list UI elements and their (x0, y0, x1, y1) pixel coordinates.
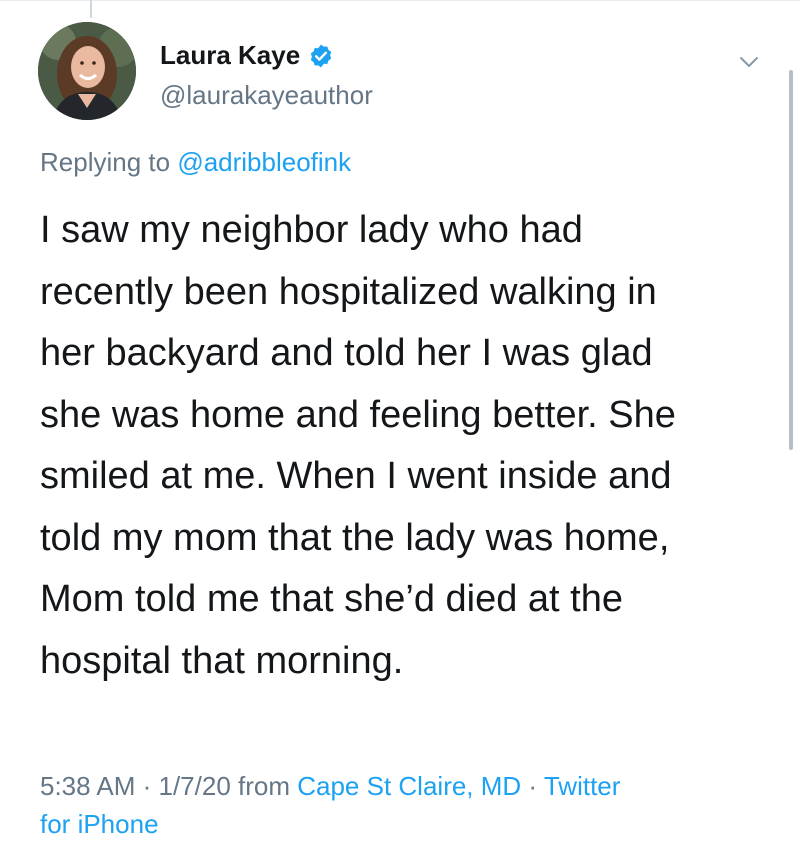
tweet-text-line: she was home and feeling better. She (40, 393, 676, 436)
tweet-text-line: smiled at me. When I went inside and (40, 455, 672, 497)
display-name-text: Laura Kaye (160, 40, 301, 70)
scrollbar[interactable] (789, 70, 793, 450)
thread-connector-line (90, 0, 92, 18)
verified-badge-icon (308, 43, 334, 69)
reply-mention-link[interactable]: @adribbleofink (177, 147, 351, 177)
tweet-text-line: Mom told me that she’d died at the (40, 578, 623, 620)
tweet-location-link[interactable]: Cape St Claire, MD (297, 771, 521, 801)
tweet-metadata: 5:38 AM · 1/7/20 from Cape St Claire, MD… (40, 767, 760, 843)
user-handle[interactable]: @laurakayeauthor (160, 80, 373, 111)
top-divider (0, 0, 800, 1)
tweet-text-line: I saw my neighbor lady who had (40, 209, 583, 251)
tweet-source-part1: Twitter (543, 771, 621, 801)
tweet-text: I saw my neighbor lady who had recently … (40, 200, 760, 692)
tweet-text-line: recently been hospitalized walking in (40, 270, 657, 313)
tweet-text-line: her backyard and told her I was glad (40, 332, 653, 374)
avatar-photo (38, 22, 136, 120)
replying-to-label: Replying to (40, 147, 178, 177)
meta-separator: · (521, 771, 544, 801)
tweet-timestamp[interactable]: 5:38 AM · 1/7/20 from (40, 771, 297, 801)
avatar[interactable] (38, 22, 136, 120)
tweet-source-part2: for iPhone (40, 809, 159, 839)
tweet-text-line: told my mom that the lady was home, (40, 516, 670, 559)
display-name[interactable]: Laura Kaye (160, 40, 334, 71)
chevron-down-icon[interactable] (737, 50, 761, 74)
tweet-text-line: hospital that morning. (40, 639, 404, 682)
replying-to: Replying to @adribbleofink (40, 147, 351, 178)
